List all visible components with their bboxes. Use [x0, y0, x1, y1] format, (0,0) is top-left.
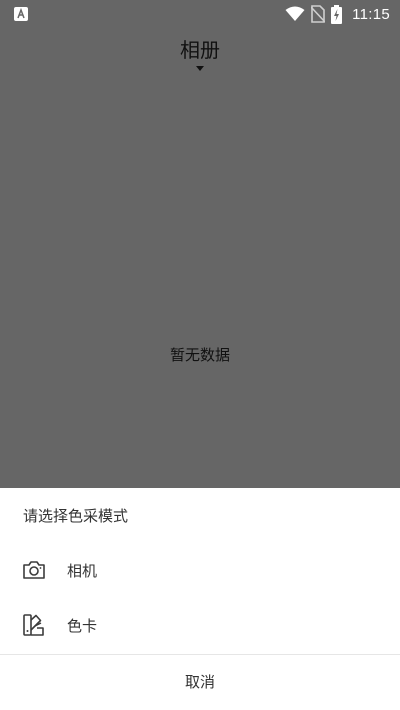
battery-charging-icon	[331, 4, 343, 24]
no-sim-icon	[311, 5, 326, 23]
status-icons: 11:15	[285, 4, 390, 24]
status-bar: 11:15	[0, 0, 400, 28]
album-selector[interactable]: 相册	[0, 36, 400, 64]
sheet-title: 请选择色采模式	[23, 507, 129, 525]
app-notification-icon	[14, 7, 28, 21]
color-card-icon	[23, 614, 44, 636]
camera-option-label: 相机	[67, 562, 98, 580]
color-mode-sheet: 请选择色采模式 相机 色卡 取消	[0, 488, 400, 710]
cancel-button[interactable]: 取消	[0, 655, 400, 710]
status-time: 11:15	[352, 5, 390, 23]
color-card-option-label: 色卡	[67, 617, 98, 635]
camera-icon	[23, 561, 45, 579]
caret-down-icon[interactable]	[196, 66, 204, 71]
screen: 11:15 相册 暂无数据 请选择色采模式 相机 色卡 取消	[0, 0, 400, 710]
color-card-option[interactable]: 色卡	[0, 598, 400, 654]
page-title[interactable]: 相册	[180, 38, 220, 62]
camera-option[interactable]: 相机	[0, 543, 400, 599]
empty-state-text: 暂无数据	[169, 346, 230, 364]
wifi-icon	[285, 6, 305, 21]
